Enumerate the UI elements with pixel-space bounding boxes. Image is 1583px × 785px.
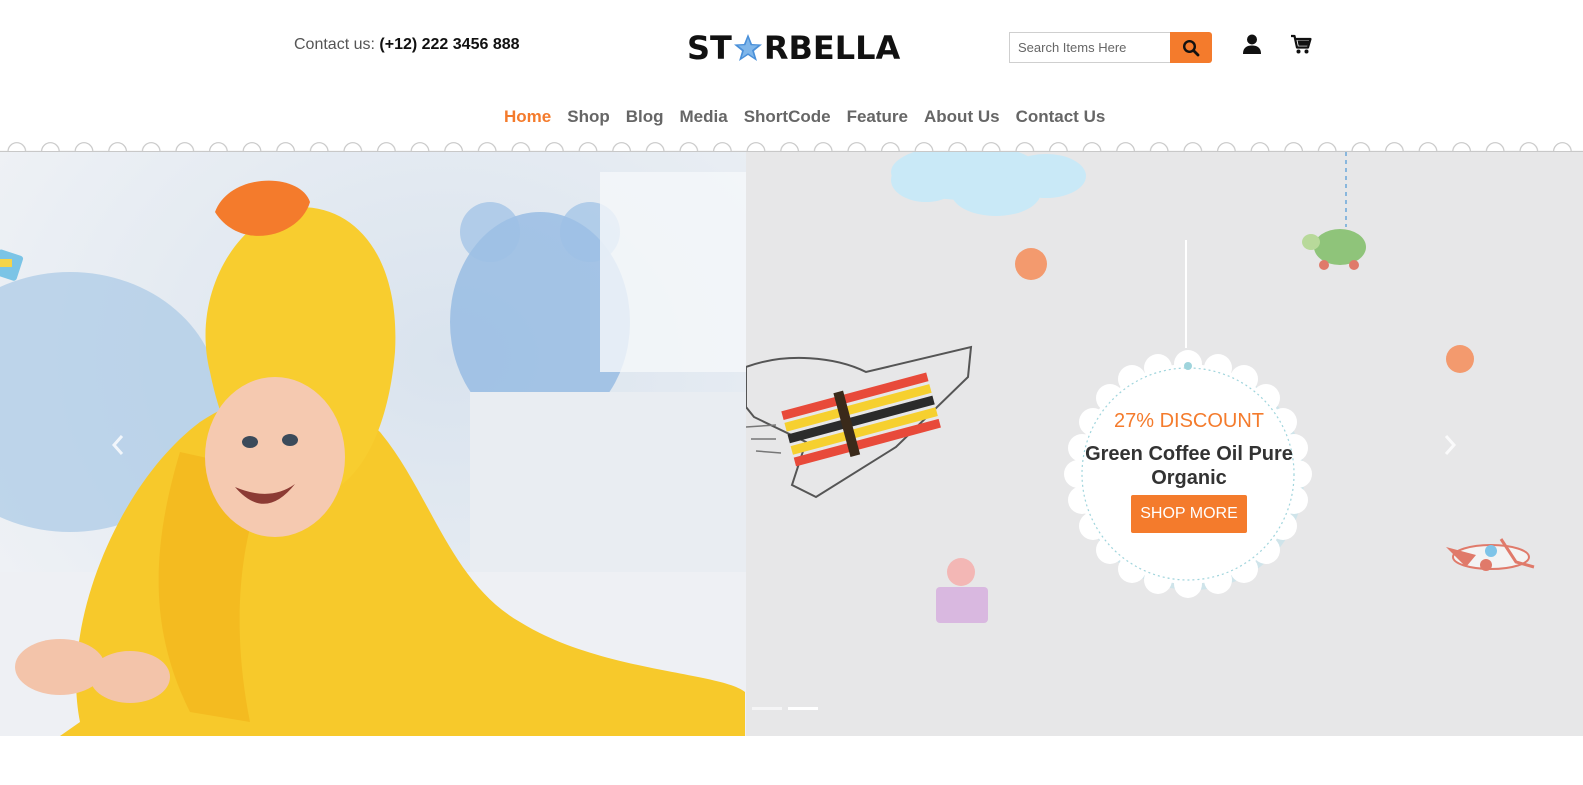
nav-contact-us[interactable]: Contact Us (1008, 104, 1114, 130)
cart-icon[interactable] (1290, 33, 1312, 55)
nav-blog[interactable]: Blog (618, 104, 672, 130)
product-title: Green Coffee Oil Pure Organic (1085, 443, 1293, 489)
user-icon[interactable] (1241, 33, 1263, 55)
nav-feature[interactable]: Feature (839, 104, 916, 130)
slide-indicator-2[interactable] (788, 707, 818, 710)
chevron-right-icon[interactable] (1440, 430, 1460, 460)
search-bar (1009, 32, 1212, 63)
hero-slider: 27% DISCOUNT Green Coffee Oil Pure Organ… (0, 152, 1583, 736)
discount-badge: 27% DISCOUNT Green Coffee Oil Pure Organ… (1058, 344, 1320, 606)
nav-shortcode[interactable]: ShortCode (736, 104, 839, 130)
slider-indicators (752, 707, 818, 710)
main-nav: Home Shop Blog Media ShortCode Feature A… (0, 104, 1583, 130)
star-logo-icon (733, 34, 762, 61)
contact-phone[interactable]: (+12) 222 3456 888 (379, 36, 519, 53)
logo-text-prefix: ST (687, 29, 732, 67)
slide-indicator-1[interactable] (752, 707, 782, 710)
search-icon (1182, 39, 1200, 56)
search-input[interactable] (1009, 32, 1170, 63)
discount-label: 27% DISCOUNT (1113, 410, 1265, 432)
contact-info: Contact us: (+12) 222 3456 888 (294, 36, 520, 54)
site-logo[interactable]: ST RBELLA (687, 28, 900, 68)
site-header: Contact us: (+12) 222 3456 888 ST RBELLA (0, 0, 1583, 90)
search-button[interactable] (1170, 32, 1212, 63)
contact-label: Contact us: (294, 36, 375, 53)
shop-more-button[interactable]: SHOP MORE (1131, 495, 1247, 533)
nav-media[interactable]: Media (672, 104, 736, 130)
chevron-left-icon[interactable] (108, 430, 128, 460)
logo-text-suffix: RBELLA (763, 29, 901, 67)
toy-fragment-image (0, 249, 24, 281)
nav-shop[interactable]: Shop (559, 104, 618, 130)
nav-about-us[interactable]: About Us (916, 104, 1008, 130)
nav-home[interactable]: Home (496, 104, 559, 130)
